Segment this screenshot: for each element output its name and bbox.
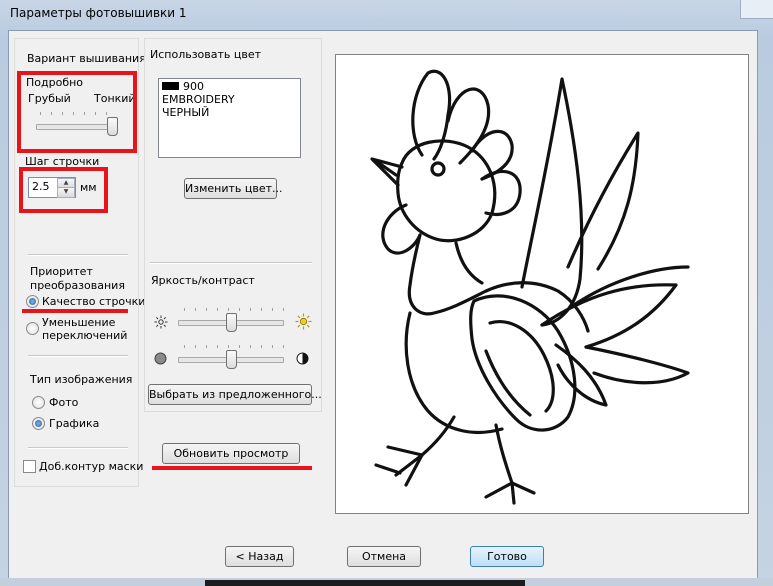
- title-bar[interactable]: Параметры фотовышивки 1: [0, 0, 773, 28]
- color-list[interactable]: 900 EMBROIDERY ЧЕРНЫЙ: [158, 78, 301, 158]
- color-brand: EMBROIDERY: [162, 93, 235, 106]
- annotation-box-stitch-step: [19, 167, 108, 213]
- variant-group-label: Вариант вышивания: [27, 52, 146, 65]
- priority-switches-label-line1: Уменьшение: [42, 316, 116, 329]
- image-type-graphics-radio[interactable]: [32, 417, 45, 430]
- contrast-low-icon: [154, 352, 167, 365]
- priority-switches-label-line2: переключений: [42, 329, 128, 342]
- use-color-label: Использовать цвет: [150, 48, 262, 61]
- brightness-slider-ticks: [184, 308, 284, 311]
- priority-label-line1: Приоритет: [30, 265, 93, 278]
- image-type-label: Тип изображения: [30, 373, 133, 386]
- mask-contour-checkbox[interactable]: [23, 460, 36, 473]
- color-code: 900: [183, 80, 204, 93]
- taskbar-dark-segment: [205, 580, 525, 586]
- priority-quality-label: Качество строчки: [42, 295, 146, 308]
- mask-contour-label: Доб.контур маски: [39, 460, 144, 473]
- separator: [28, 447, 128, 449]
- embroidery-preview: [335, 54, 749, 514]
- contrast-high-icon: [296, 352, 309, 365]
- color-name: ЧЕРНЫЙ: [162, 106, 210, 119]
- annotation-box-detail: [17, 71, 137, 153]
- image-type-photo-label: Фото: [49, 396, 79, 409]
- color-swatch: [162, 82, 179, 90]
- change-color-button[interactable]: Изменить цвет...: [184, 178, 283, 199]
- brightness-high-icon: [295, 313, 312, 330]
- refresh-preview-button[interactable]: Обновить просмотр: [162, 443, 300, 464]
- contrast-slider-thumb[interactable]: [225, 350, 237, 369]
- image-type-photo-radio[interactable]: [32, 396, 45, 409]
- choose-preset-button[interactable]: Выбрать из предложенного...: [148, 384, 322, 405]
- brightness-slider-thumb[interactable]: [225, 313, 237, 332]
- brightness-low-icon: [154, 315, 168, 329]
- close-button[interactable]: [740, 0, 773, 19]
- annotation-underline-refresh: [152, 466, 312, 470]
- priority-quality-radio[interactable]: [26, 295, 39, 308]
- priority-label-line2: преобразования: [30, 279, 125, 292]
- separator: [28, 355, 128, 357]
- contrast-slider-ticks: [184, 345, 284, 348]
- finish-button[interactable]: Готово: [470, 546, 544, 567]
- priority-switches-radio[interactable]: [26, 322, 39, 335]
- separator: [28, 254, 128, 256]
- rooster-drawing: [370, 69, 690, 505]
- image-type-graphics-label: Графика: [49, 417, 100, 430]
- brightness-contrast-label: Яркость/контраст: [151, 274, 255, 287]
- annotation-underline-quality: [22, 309, 128, 313]
- cancel-button[interactable]: Отмена: [347, 546, 421, 567]
- back-button[interactable]: < Назад: [225, 546, 294, 567]
- separator: [150, 262, 312, 264]
- window-title: Параметры фотовышивки 1: [10, 6, 187, 20]
